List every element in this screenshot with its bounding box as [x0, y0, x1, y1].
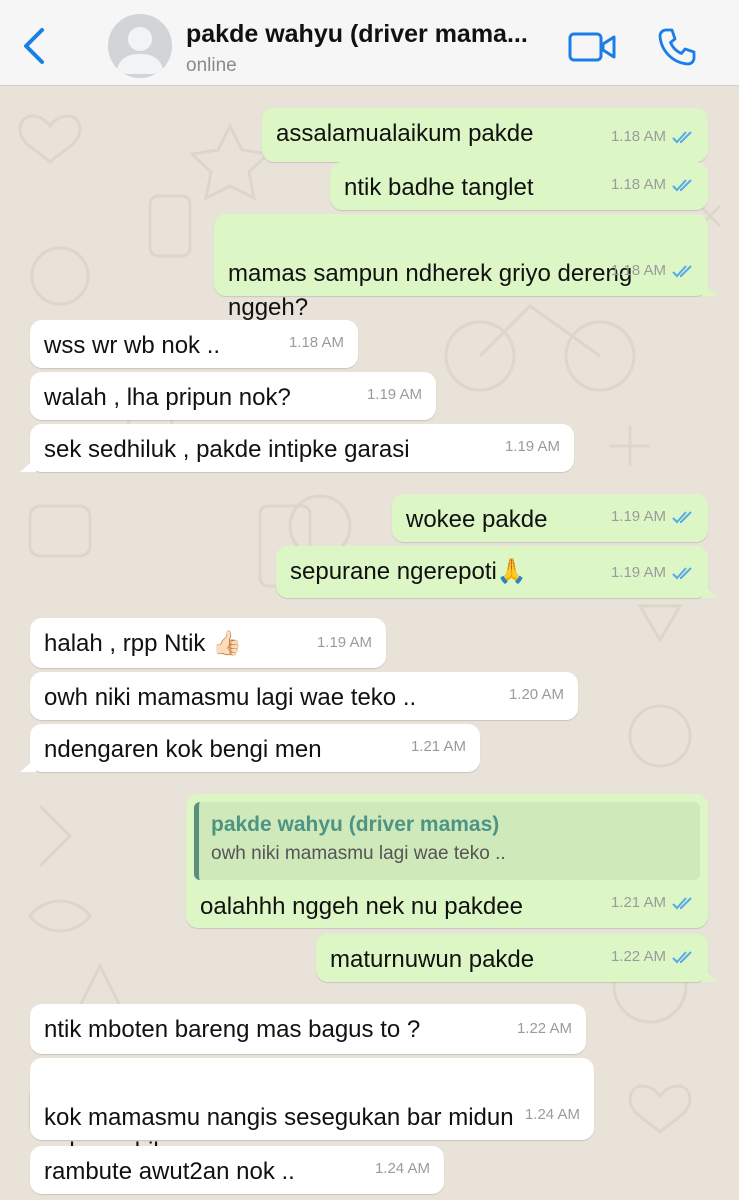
message-time: 1.19 AM [504, 438, 560, 455]
message-text: sepurane ngerepoti [290, 558, 497, 585]
message-time: 1.20 AM [508, 686, 564, 703]
message-time: 1.19 AM [316, 634, 372, 651]
read-ticks-icon [672, 131, 692, 144]
message-outgoing[interactable]: mamas sampun ndherek griyo dereng nggeh?… [214, 214, 718, 321]
message-incoming[interactable]: owh niki mamasmu lagi wae teko .. 1.20 A… [30, 672, 578, 720]
quoted-sender: pakde wahyu (driver mamas) [211, 813, 500, 836]
message-text: wokee pakde [406, 506, 548, 533]
read-ticks-icon [672, 179, 692, 192]
message-time: 1.19 AM [610, 508, 666, 525]
message-incoming[interactable]: wss wr wb nok .. 1.18 AM [30, 320, 358, 368]
read-ticks-icon [672, 567, 692, 580]
message-time: 1.24 AM [524, 1106, 580, 1123]
message-text: ndengaren kok bengi men [44, 736, 322, 763]
avatar[interactable] [108, 14, 172, 78]
folded-hands-emoji: 🙏 [496, 558, 527, 585]
message-outgoing[interactable]: assalamualaikum pakde 1.18 AM [262, 108, 708, 162]
phone-icon [658, 28, 696, 66]
message-text: owh niki mamasmu lagi wae teko .. [44, 684, 417, 711]
bubble-tail [702, 584, 718, 598]
message-text: ntik badhe tanglet [344, 174, 534, 201]
quoted-message[interactable]: pakde wahyu (driver mamas) owh niki mama… [194, 802, 700, 880]
contact-status: online [186, 55, 237, 76]
message-text: assalamualaikum pakde [276, 120, 534, 147]
message-time: 1.19 AM [366, 386, 422, 403]
quoted-text: owh niki mamasmu lagi wae teko .. [211, 843, 506, 864]
contact-name[interactable]: pakde wahyu (driver mama... [186, 20, 546, 49]
video-camera-icon [568, 32, 616, 62]
bubble-tail [20, 458, 36, 472]
message-text: maturnuwun pakde [330, 946, 535, 973]
message-text: sek sedhiluk , pakde intipke garasi [44, 436, 410, 463]
read-ticks-icon [672, 265, 692, 278]
message-time: 1.18 AM [288, 334, 344, 351]
message-text: halah , rpp Ntik [44, 630, 206, 657]
message-incoming[interactable]: sek sedhiluk , pakde intipke garasi 1.19… [20, 424, 574, 472]
message-incoming[interactable]: rambute awut2an nok .. 1.24 AM [30, 1146, 444, 1194]
message-time: 1.18 AM [610, 176, 666, 193]
message-outgoing[interactable]: maturnuwun pakde 1.22 AM [316, 934, 718, 982]
message-text: walah , lha pripun nok? [44, 384, 291, 411]
message-incoming[interactable]: walah , lha pripun nok? 1.19 AM [30, 372, 436, 420]
back-button[interactable] [18, 26, 52, 66]
message-text: oalahhh nggeh nek nu pakdee [200, 893, 523, 920]
message-time: 1.21 AM [410, 738, 466, 755]
message-time: 1.18 AM [610, 128, 666, 145]
message-time: 1.24 AM [374, 1160, 430, 1177]
thumbs-up-emoji: 👍🏻 [212, 630, 242, 657]
message-time: 1.21 AM [610, 894, 666, 911]
message-time: 1.19 AM [610, 564, 666, 581]
message-incoming[interactable]: halah , rpp Ntik 👍🏻 1.19 AM [30, 618, 386, 668]
read-ticks-icon [672, 897, 692, 910]
message-incoming[interactable]: ntik mboten bareng mas bagus to ? 1.22 A… [30, 1004, 586, 1054]
message-time: 1.22 AM [516, 1020, 572, 1037]
message-time: 1.22 AM [610, 948, 666, 965]
message-incoming[interactable]: ndengaren kok bengi men 1.21 AM [20, 724, 480, 772]
message-outgoing[interactable]: wokee pakde 1.19 AM [392, 494, 708, 542]
message-text: wss wr wb nok .. [44, 332, 221, 359]
chat-header: pakde wahyu (driver mama... online [0, 0, 739, 86]
message-text: rambute awut2an nok .. [44, 1158, 295, 1185]
chat-area[interactable]: assalamualaikum pakde 1.18 AM ntik badhe… [0, 86, 739, 1200]
read-ticks-icon [672, 511, 692, 524]
default-avatar-icon [108, 14, 172, 78]
bubble-tail [20, 758, 36, 772]
message-outgoing-reply[interactable]: pakde wahyu (driver mamas) owh niki mama… [186, 794, 708, 928]
bubble-tail [702, 282, 718, 296]
message-outgoing[interactable]: sepurane ngerepoti🙏 1.19 AM [276, 546, 718, 598]
read-ticks-icon [672, 951, 692, 964]
bubble-tail [702, 968, 718, 982]
video-call-button[interactable] [568, 30, 618, 64]
chevron-left-icon [24, 28, 44, 64]
voice-call-button[interactable] [656, 26, 698, 68]
message-text: ntik mboten bareng mas bagus to ? [44, 1016, 421, 1043]
message-time: 1.18 AM [610, 262, 666, 279]
message-outgoing[interactable]: ntik badhe tanglet 1.18 AM [330, 162, 708, 210]
message-incoming[interactable]: kok mamasmu nangis sesegukan bar midun s… [30, 1058, 594, 1165]
